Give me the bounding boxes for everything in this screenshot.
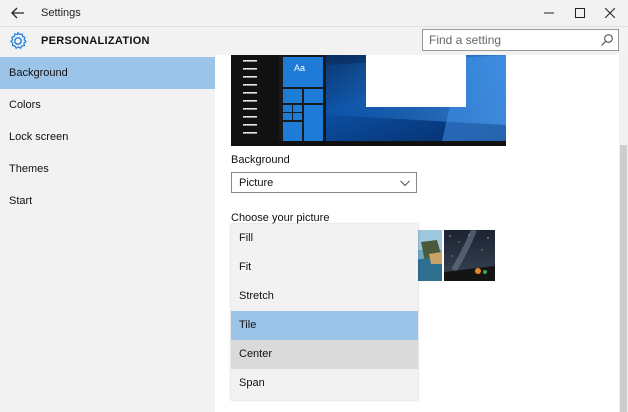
chevron-down-icon (400, 180, 410, 187)
tile-label: Aa (294, 63, 306, 73)
app-header: PERSONALIZATION (0, 27, 628, 55)
scrollbar[interactable] (619, 55, 628, 412)
choose-picture-label: Choose your picture (231, 212, 330, 224)
desktop-preview: Aa (231, 55, 506, 146)
search-input[interactable] (423, 30, 598, 50)
fit-option-tile[interactable]: Tile (231, 311, 418, 340)
sidebar-item-label: Lock screen (9, 131, 69, 143)
background-select-value: Picture (239, 177, 274, 189)
background-label: Background (231, 154, 290, 166)
sidebar-item-lock-screen[interactable]: Lock screen (0, 121, 215, 153)
maximize-icon (575, 8, 585, 18)
title-bar: Settings (0, 0, 628, 27)
choose-fit-dropdown: Fill Fit Stretch Tile Center Span (231, 224, 418, 400)
sidebar: Background Colors Lock screen Themes Sta… (0, 55, 215, 412)
fit-option-label: Tile (239, 319, 257, 331)
picture-coast-image (415, 230, 442, 281)
fit-option-label: Center (239, 348, 273, 360)
page-title: PERSONALIZATION (41, 35, 150, 47)
fit-option-label: Span (239, 377, 265, 389)
sidebar-item-label: Colors (9, 99, 41, 111)
sidebar-item-start[interactable]: Start (0, 185, 215, 217)
fit-option-center[interactable]: Center (231, 340, 418, 369)
back-button[interactable] (8, 4, 28, 22)
sidebar-item-themes[interactable]: Themes (0, 153, 215, 185)
main-content: Aa Background Picture Choose your pictur… (215, 55, 628, 412)
window-title: Settings (41, 7, 81, 19)
minimize-icon (544, 12, 554, 14)
background-select[interactable]: Picture (231, 172, 417, 193)
maximize-button[interactable] (567, 4, 593, 22)
picture-thumbnail-coast[interactable] (415, 230, 442, 281)
gear-icon (10, 31, 27, 49)
back-arrow-icon (11, 7, 24, 19)
fit-option-fill[interactable]: Fill (231, 224, 418, 253)
scrollbar-thumb[interactable] (620, 145, 627, 412)
sidebar-item-background[interactable]: Background (0, 57, 215, 89)
fit-option-stretch[interactable]: Stretch (231, 282, 418, 311)
sidebar-item-colors[interactable]: Colors (0, 89, 215, 121)
search-box[interactable] (422, 29, 619, 51)
close-button[interactable] (597, 4, 623, 22)
search-icon[interactable] (600, 33, 614, 47)
fit-option-label: Fill (239, 232, 254, 244)
close-icon (605, 8, 615, 18)
fit-option-span[interactable]: Span (231, 369, 418, 398)
sidebar-item-label: Start (9, 195, 33, 207)
fit-option-fit[interactable]: Fit (231, 253, 418, 282)
picture-thumbnail-night-sky[interactable] (444, 230, 495, 281)
desktop-preview-image (231, 55, 506, 146)
sidebar-item-label: Background (9, 67, 68, 79)
fit-option-label: Stretch (239, 290, 274, 302)
fit-option-label: Fit (239, 261, 252, 273)
picture-night-sky-image (444, 230, 495, 281)
sidebar-item-label: Themes (9, 163, 49, 175)
minimize-button[interactable] (536, 4, 562, 22)
